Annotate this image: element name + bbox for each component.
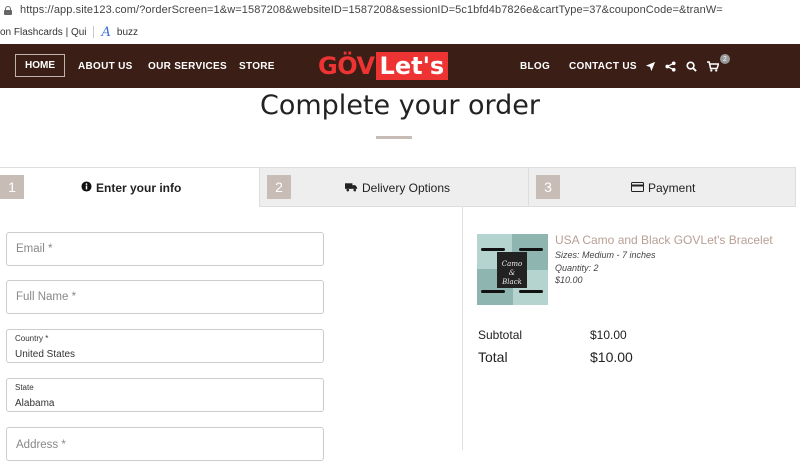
email-field[interactable]: Email * (6, 232, 324, 266)
country-select[interactable]: Country * United States (6, 329, 324, 363)
subtotal-label: Subtotal (478, 328, 523, 342)
step-label-text: Enter your info (96, 181, 182, 195)
step-label: Delivery Options (345, 168, 450, 208)
share-icon[interactable] (665, 44, 676, 88)
search-icon[interactable] (686, 44, 697, 88)
step-number: 2 (267, 175, 291, 199)
product-price: $10.00 (555, 275, 583, 285)
product-title-link[interactable]: USA Camo and Black GOVLet's Bracelet (555, 233, 773, 247)
full-name-placeholder: Full Name * (16, 291, 77, 303)
product-sizes: Sizes: Medium - 7 inches (555, 250, 656, 260)
step-payment[interactable]: 3 Payment (528, 167, 796, 207)
info-icon (81, 181, 92, 195)
thumb-band (481, 290, 505, 293)
thumb-text-2: & (508, 269, 516, 277)
address-placeholder: Address * (16, 439, 66, 451)
thumb-text-1: Camo (501, 260, 523, 268)
truck-icon (345, 181, 358, 195)
total-value: $10.00 (590, 349, 633, 365)
column-divider (462, 207, 463, 450)
total-label: Total (478, 349, 508, 365)
thumb-band (481, 248, 505, 251)
thumb-band (519, 248, 543, 251)
thumb-card: Camo & Black (497, 252, 527, 288)
lock-icon (4, 5, 12, 15)
logo-lets: Let's (375, 52, 449, 80)
bookmark-buzz-label: buzz (116, 26, 139, 38)
full-name-field[interactable]: Full Name * (6, 280, 324, 314)
bookmarks-bar: on Flashcards | Qui A buzz (0, 20, 800, 44)
subtotal-value: $10.00 (590, 328, 627, 342)
title-divider (376, 136, 412, 139)
credit-card-icon (631, 181, 644, 195)
step-enter-info[interactable]: 1 Enter your info (0, 167, 260, 207)
product-quantity: Quantity: 2 (555, 263, 599, 273)
nav-blog[interactable]: BLOG (520, 44, 550, 88)
address-field[interactable]: Address * (6, 427, 324, 461)
browser-address-bar[interactable]: https://app.site123.com/?orderScreen=1&w… (0, 0, 800, 20)
step-label-text: Delivery Options (362, 181, 451, 195)
country-value: United States (15, 349, 76, 360)
step-label: Payment (631, 168, 695, 208)
page-title: Complete your order (260, 90, 540, 121)
product-thumbnail[interactable]: Camo & Black (477, 234, 548, 305)
site-navbar: HOME ABOUT US OUR SERVICES STORE GÖV Let… (0, 44, 800, 88)
step-delivery-options[interactable]: 2 Delivery Options (259, 167, 529, 207)
step-label: Enter your info (81, 168, 181, 208)
checkout-steps: 1 Enter your info 2 Delivery Options 3 P… (0, 167, 800, 207)
nav-about-us[interactable]: ABOUT US (78, 44, 133, 88)
nav-home[interactable]: HOME (15, 54, 65, 77)
cart-count-badge: 2 (720, 54, 730, 64)
nav-our-services[interactable]: OUR SERVICES (148, 44, 227, 88)
state-label: State (15, 383, 34, 392)
site-logo[interactable]: GÖV Let's (318, 50, 449, 82)
step-number: 3 (536, 175, 560, 199)
bookmark-separator (92, 26, 94, 38)
bookmark-buzz[interactable]: A buzz (100, 25, 139, 40)
url-text[interactable]: https://app.site123.com/?orderScreen=1&w… (20, 4, 723, 16)
logo-gov: GÖV (318, 52, 375, 80)
cart-icon[interactable] (707, 44, 719, 88)
email-placeholder: Email * (16, 243, 53, 255)
buzz-bookmark-icon: A (101, 24, 111, 40)
step-number: 1 (0, 175, 24, 199)
state-value: Alabama (15, 398, 55, 409)
country-label: Country * (15, 334, 49, 343)
location-arrow-icon[interactable] (645, 44, 656, 88)
state-select[interactable]: State Alabama (6, 378, 324, 412)
step-label-text: Payment (648, 181, 696, 195)
nav-contact-us[interactable]: CONTACT US (569, 44, 637, 88)
thumb-band (519, 290, 543, 293)
thumb-text-3: Black (502, 278, 522, 286)
nav-store[interactable]: STORE (239, 44, 275, 88)
bookmark-flashcards[interactable]: on Flashcards | Qui (0, 27, 87, 38)
